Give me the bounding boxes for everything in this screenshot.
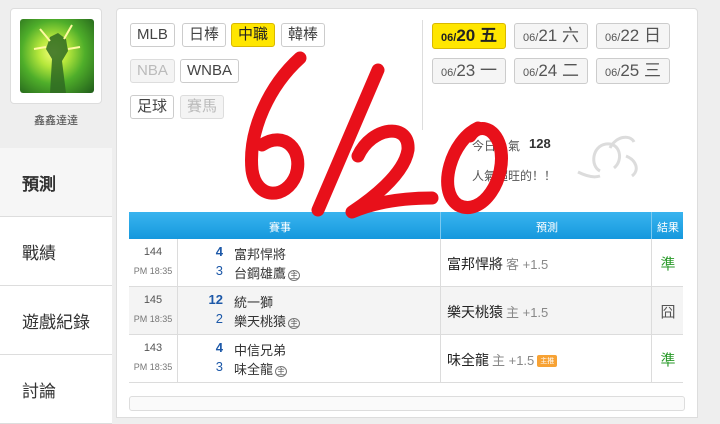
league-tab-soccer[interactable]: 足球	[130, 95, 175, 119]
result-mark: 囧	[660, 304, 676, 321]
home-score: 3	[215, 263, 223, 278]
username: 鑫鑫達達	[34, 115, 78, 127]
divider	[422, 20, 423, 130]
date-day: 22	[620, 26, 640, 45]
date-month: 06/	[523, 67, 539, 79]
nav-item-label: 預測	[22, 174, 56, 194]
date-month: 06/	[605, 67, 621, 79]
date-button-0625[interactable]: 06/25 三	[596, 58, 670, 84]
popularity-count: 128	[529, 136, 551, 151]
date-month: 06/	[523, 32, 539, 44]
header-result: 結果	[657, 222, 679, 234]
date-weekday: 日	[643, 26, 661, 45]
game-number: 144	[143, 246, 163, 258]
table-row[interactable]: 145 PM 18:35 12 2 統一獅 樂天桃猿主 樂天桃猿主 +1.5 囧	[129, 287, 683, 335]
game-time: PM 18:35	[133, 314, 173, 324]
table-row[interactable]: 143 PM 18:35 4 3 中信兄弟 味全龍主 味全龍主 +1.5 主推 準	[129, 335, 683, 383]
away-team: 統一獅	[234, 295, 274, 310]
date-weekday: 三	[643, 61, 661, 80]
pred-team: 富邦悍將	[447, 256, 503, 272]
league-tab-npb[interactable]: 日棒	[182, 23, 227, 47]
home-team-name: 味全龍	[234, 362, 274, 377]
game-number: 145	[143, 294, 163, 306]
date-button-0624[interactable]: 06/24 二	[514, 58, 588, 84]
date-button-0621[interactable]: 06/21 六	[514, 23, 588, 49]
popularity-label: 今日人氣	[472, 139, 521, 153]
pred-team: 味全龍	[447, 352, 489, 368]
away-score: 4	[215, 244, 223, 259]
league-tab-wnba[interactable]: WNBA	[180, 59, 239, 83]
league-tab-horse-racing[interactable]: 賽馬	[180, 95, 225, 119]
featured-badge: 主推	[537, 355, 558, 367]
date-weekday: 五	[479, 26, 497, 45]
header-games: 賽事	[269, 222, 291, 234]
date-button-0622[interactable]: 06/22 日	[596, 23, 670, 49]
nav-item-discussion[interactable]: 討論	[0, 355, 112, 424]
nav-item-game-log[interactable]: 遊戲紀錄	[0, 286, 112, 355]
home-mark: 主	[275, 366, 288, 377]
home-team: 台鋼雄鷹主	[234, 263, 301, 282]
date-button-0623[interactable]: 06/23 一	[432, 58, 506, 84]
date-weekday: 二	[561, 61, 579, 80]
pred-side: 客 +1.5	[506, 257, 549, 272]
away-team: 富邦悍將	[234, 247, 287, 262]
result-mark: 準	[660, 352, 676, 369]
mascot-icon	[577, 135, 638, 179]
pred-side: 主 +1.5	[506, 305, 549, 320]
away-score: 12	[208, 292, 223, 307]
date-day: 24	[538, 61, 558, 80]
nav-item-record[interactable]: 戰績	[0, 217, 112, 286]
prediction-table: 賽事 預測 結果 144 PM 18:35 4 3 富邦悍將 台鋼雄鷹主 富邦悍…	[129, 212, 683, 383]
result-mark: 準	[660, 256, 676, 273]
league-tab-nba[interactable]: NBA	[130, 59, 175, 83]
popularity-message: 人氣超旺的！！	[472, 169, 557, 183]
home-score: 2	[215, 311, 223, 326]
away-team: 中信兄弟	[234, 343, 287, 358]
pred-team: 樂天桃猿	[447, 304, 503, 320]
sidebar-nav: 預測 戰績 遊戲紀錄 討論	[0, 148, 112, 424]
home-team-name: 樂天桃猿	[234, 314, 287, 329]
bottom-bar	[129, 396, 685, 411]
prediction: 樂天桃猿主 +1.5	[447, 302, 548, 322]
date-day: 23	[456, 61, 476, 80]
league-tab-cpbl[interactable]: 中職	[231, 23, 276, 47]
pred-side: 主 +1.5	[492, 353, 535, 368]
date-day: 21	[538, 26, 558, 45]
avatar[interactable]	[20, 19, 94, 93]
date-month: 06/	[441, 32, 457, 44]
away-score: 4	[215, 340, 223, 355]
nav-item-predict[interactable]: 預測	[0, 148, 112, 217]
date-month: 06/	[441, 67, 457, 79]
prediction: 味全龍主 +1.5 主推	[447, 350, 558, 370]
home-team-name: 台鋼雄鷹	[234, 266, 287, 281]
date-month: 06/	[605, 32, 621, 44]
date-day: 20	[456, 26, 476, 45]
date-button-0620[interactable]: 06/20 五	[432, 23, 506, 49]
date-weekday: 一	[479, 61, 497, 80]
game-time: PM 18:35	[133, 362, 173, 372]
nav-item-label: 戰績	[22, 243, 56, 263]
home-team: 樂天桃猿主	[234, 311, 301, 330]
home-score: 3	[215, 359, 223, 374]
nav-item-label: 遊戲紀錄	[22, 312, 90, 332]
league-tab-kbo[interactable]: 韓棒	[281, 23, 326, 47]
nav-item-label: 討論	[22, 381, 56, 401]
table-header: 賽事 預測 結果	[129, 212, 683, 239]
date-day: 25	[620, 61, 640, 80]
game-time: PM 18:35	[133, 266, 173, 276]
header-prediction: 預測	[536, 222, 558, 234]
league-tab-mlb[interactable]: MLB	[130, 23, 175, 47]
home-mark: 主	[288, 318, 301, 329]
home-team: 味全龍主	[234, 359, 288, 378]
avatar-card	[10, 8, 102, 104]
table-row[interactable]: 144 PM 18:35 4 3 富邦悍將 台鋼雄鷹主 富邦悍將客 +1.5 準	[129, 239, 683, 287]
date-weekday: 六	[561, 26, 579, 45]
game-number: 143	[143, 342, 163, 354]
home-mark: 主	[288, 270, 301, 281]
prediction: 富邦悍將客 +1.5	[447, 254, 548, 274]
